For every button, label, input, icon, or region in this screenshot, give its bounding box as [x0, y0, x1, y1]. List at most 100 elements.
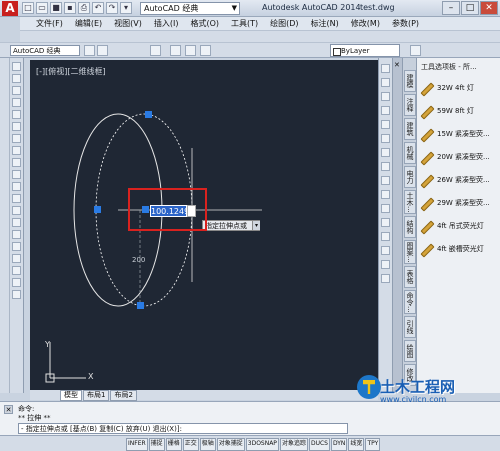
plot-icon[interactable]: ⎙ [78, 2, 90, 14]
polyline-icon[interactable] [12, 86, 21, 95]
menu-modify[interactable]: 修改(M) [351, 18, 380, 29]
workspace-icon[interactable] [97, 45, 108, 56]
status-otrack[interactable]: 对象追踪 [279, 438, 308, 451]
palette-item[interactable]: 20W 紧凑型荧... [419, 149, 499, 165]
status-dyn[interactable]: DYN [330, 438, 348, 451]
status-ortho[interactable]: 正交 [182, 438, 199, 451]
palette-item[interactable]: 15W 紧凑型荧... [419, 126, 499, 142]
add-selected-icon[interactable] [12, 290, 21, 299]
workspace-select[interactable]: AutoCAD 经典 ▼ [140, 2, 240, 15]
color-combo[interactable]: ByLayer [330, 44, 400, 57]
point-icon[interactable] [12, 218, 21, 227]
make-block-icon[interactable] [12, 206, 21, 215]
construction-line-icon[interactable] [12, 74, 21, 83]
layer-state-icon[interactable] [170, 45, 181, 56]
status-osnap[interactable]: 对象捕捉 [216, 438, 245, 451]
fillet-icon[interactable] [381, 260, 390, 269]
extend-icon[interactable] [381, 204, 390, 213]
palette-item[interactable]: 29W 紧凑型荧... [419, 195, 499, 211]
insert-block-icon[interactable] [12, 194, 21, 203]
tab-annotation[interactable]: 注释 [404, 94, 416, 116]
redo-icon[interactable]: ↷ [106, 2, 118, 14]
explode-icon[interactable] [381, 274, 390, 283]
break-icon[interactable] [381, 218, 390, 227]
erase-icon[interactable] [381, 64, 390, 73]
tab-model[interactable]: 模型 [60, 389, 82, 401]
move-icon[interactable] [381, 134, 390, 143]
save-as-icon[interactable]: ▪ [64, 2, 76, 14]
revision-cloud-icon[interactable] [12, 146, 21, 155]
menu-dimension[interactable]: 标注(N) [311, 18, 339, 29]
tab-electrical[interactable]: 电力 [404, 166, 416, 188]
ellipse-arc-icon[interactable] [12, 182, 21, 191]
chamfer-icon[interactable] [381, 246, 390, 255]
gradient-icon[interactable] [12, 242, 21, 251]
palette-title-strip[interactable]: ✕ [392, 58, 402, 393]
palette-close-icon[interactable]: ✕ [394, 62, 401, 69]
multiline-text-icon[interactable] [12, 278, 21, 287]
circle-icon[interactable] [12, 134, 21, 143]
status-3dosnap[interactable]: 3DOSNAP [245, 438, 279, 451]
palette-item[interactable]: 59W 8ft 灯 [419, 103, 499, 119]
layer-prev-icon[interactable] [185, 45, 196, 56]
menu-edit[interactable]: 编辑(E) [75, 18, 102, 29]
drawing-canvas[interactable]: [-][俯视][二维线框] Y X 100.1249 指定拉伸点或 ▾ 200 [30, 60, 378, 390]
tab-leaders[interactable]: 引线 [404, 316, 416, 338]
minimize-button[interactable]: – [442, 1, 460, 15]
open-file-icon[interactable]: ▭ [36, 2, 48, 14]
command-input[interactable]: - 指定拉伸点或 [基点(B) 复制(C) 放弃(U) 退出(X)]: [18, 423, 348, 434]
trim-icon[interactable] [381, 190, 390, 199]
copy-icon[interactable] [381, 78, 390, 87]
tab-structural[interactable]: 结构 [404, 216, 416, 238]
ellipse-icon[interactable] [12, 170, 21, 179]
tab-layout1[interactable]: 布局1 [83, 389, 110, 401]
customize-icon[interactable]: ▾ [120, 2, 132, 14]
gear-icon[interactable] [84, 45, 95, 56]
tab-modeling[interactable]: 建模 [404, 70, 416, 92]
status-lwt[interactable]: 线宽 [348, 438, 365, 451]
status-infer[interactable]: INFER [126, 438, 148, 451]
stretch-icon[interactable] [381, 176, 390, 185]
status-grid[interactable]: 栅格 [165, 438, 182, 451]
status-polar[interactable]: 极轴 [199, 438, 216, 451]
close-icon[interactable]: ✕ [4, 405, 13, 414]
array-icon[interactable] [381, 120, 390, 129]
scale-icon[interactable] [381, 162, 390, 171]
line-icon[interactable] [12, 62, 21, 71]
tab-draw[interactable]: 绘图 [404, 340, 416, 362]
mirror-icon[interactable] [381, 92, 390, 101]
rotate-icon[interactable] [381, 148, 390, 157]
tab-civil[interactable]: 土木... [404, 190, 416, 214]
menu-insert[interactable]: 插入(I) [154, 18, 179, 29]
polygon-icon[interactable] [12, 98, 21, 107]
menu-tools[interactable]: 工具(T) [231, 18, 258, 29]
menu-view[interactable]: 视图(V) [114, 18, 142, 29]
tab-mechanical[interactable]: 机械 [404, 142, 416, 164]
layer-icon[interactable] [150, 45, 161, 56]
palette-item[interactable]: 32W 4ft 灯 [419, 80, 499, 96]
menu-format[interactable]: 格式(O) [190, 18, 219, 29]
workspace-combo[interactable]: AutoCAD 经典 [10, 45, 80, 56]
maximize-button[interactable]: □ [461, 1, 479, 15]
region-icon[interactable] [12, 254, 21, 263]
status-snap[interactable]: 捕捉 [148, 438, 165, 451]
palette-item[interactable]: 4ft 嵌槽荧光灯 [419, 241, 499, 257]
palette-item[interactable]: 26W 紧凑型荧... [419, 172, 499, 188]
hatch-icon[interactable] [12, 230, 21, 239]
save-icon[interactable]: ■ [50, 2, 62, 14]
autocad-logo-icon[interactable]: A [2, 1, 18, 16]
menu-draw[interactable]: 绘图(D) [270, 18, 298, 29]
offset-icon[interactable] [381, 106, 390, 115]
menu-parametric[interactable]: 参数(P) [392, 18, 419, 29]
palette-item[interactable]: 4ft 吊式荧光灯 [419, 218, 499, 234]
rectangle-icon[interactable] [12, 110, 21, 119]
tab-tables[interactable]: 表格 [404, 266, 416, 288]
linetype-icon[interactable] [410, 45, 421, 56]
spline-icon[interactable] [12, 158, 21, 167]
tab-architectural[interactable]: 建筑 [404, 118, 416, 140]
status-ducs[interactable]: DUCS [308, 438, 330, 451]
arc-icon[interactable] [12, 122, 21, 131]
tooltip-chevron-down-icon[interactable]: ▾ [252, 221, 260, 230]
status-tpy[interactable]: TPY [365, 438, 381, 451]
layer-iso-icon[interactable] [200, 45, 211, 56]
